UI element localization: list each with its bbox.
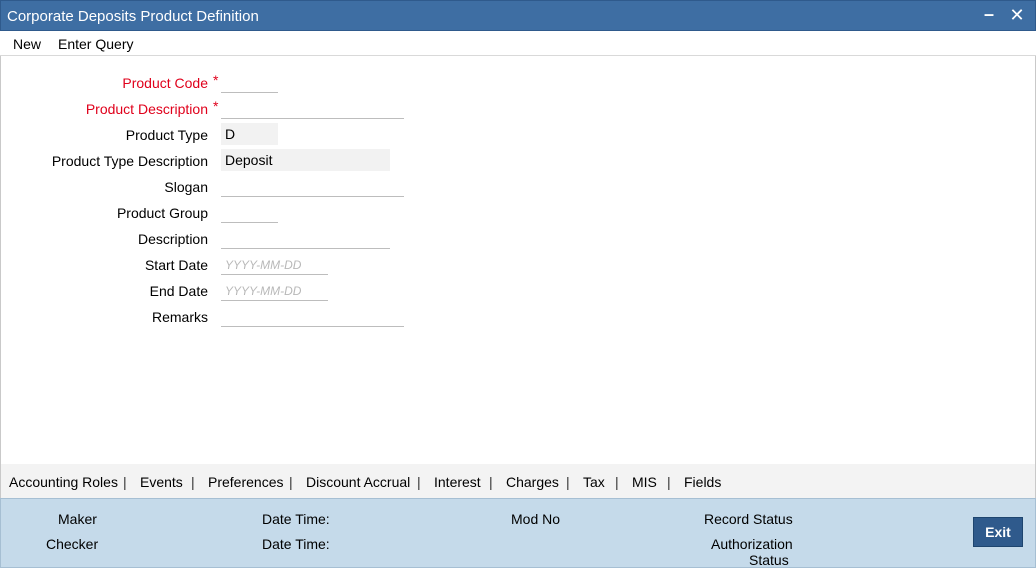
start-date-input[interactable]: YYYY-MM-DD [221, 253, 328, 275]
tab-discount-accrual[interactable]: Discount Accrual [306, 474, 410, 490]
tab-separator: | [489, 474, 493, 490]
start-date-label: Start Date [144, 257, 208, 273]
slogan-label: Slogan [164, 179, 208, 195]
product-type-description-field: Deposit [221, 149, 390, 171]
product-code-label: Product Code [122, 75, 208, 91]
enter-query-menu-item[interactable]: Enter Query [58, 36, 133, 52]
maker-label: Maker [58, 511, 97, 527]
window-title: Corporate Deposits Product Definition [7, 8, 259, 25]
mod-no-label: Mod No [511, 511, 561, 527]
product-type-field: D [221, 123, 278, 145]
product-form: Product Code * Product Description * Pro… [0, 56, 1036, 464]
product-description-label: Product Description [85, 101, 208, 117]
tab-interest[interactable]: Interest [434, 474, 481, 490]
tab-separator: | [289, 474, 293, 490]
tab-separator: | [123, 474, 127, 490]
required-marker: * [213, 98, 219, 114]
maker-date-time-label: Date Time: [262, 511, 330, 527]
tab-events[interactable]: Events [140, 474, 183, 490]
product-code-input[interactable] [221, 71, 278, 93]
exit-button[interactable]: Exit [973, 517, 1023, 547]
tab-fields[interactable]: Fields [684, 474, 721, 490]
slogan-input[interactable] [221, 175, 404, 197]
tab-separator: | [615, 474, 619, 490]
end-date-label: End Date [149, 283, 208, 299]
product-type-description-label: Product Type Description [51, 153, 208, 169]
tab-separator: | [566, 474, 570, 490]
remarks-label: Remarks [151, 309, 208, 325]
authorization-status-label: Authorization [711, 536, 793, 552]
tab-charges[interactable]: Charges [506, 474, 559, 490]
end-date-input[interactable]: YYYY-MM-DD [221, 279, 328, 301]
product-group-label: Product Group [116, 205, 208, 221]
product-type-label: Product Type [125, 127, 208, 143]
window-titlebar: Corporate Deposits Product Definition – … [0, 0, 1036, 31]
tab-preferences[interactable]: Preferences [208, 474, 283, 490]
subsystem-tab-bar: Accounting Roles | Events | Preferences … [0, 464, 1036, 498]
tab-mis[interactable]: MIS [632, 474, 657, 490]
minimize-icon[interactable]: – [979, 5, 999, 25]
tab-accounting-roles[interactable]: Accounting Roles [9, 474, 118, 490]
tab-separator: | [191, 474, 195, 490]
tab-separator: | [417, 474, 421, 490]
checker-date-time-label: Date Time: [262, 536, 330, 552]
new-menu-item[interactable]: New [13, 36, 41, 52]
checker-label: Checker [46, 536, 99, 552]
description-label: Description [137, 231, 208, 247]
audit-footer: Maker Checker Date Time: Date Time: Mod … [0, 498, 1036, 568]
remarks-input[interactable] [221, 305, 404, 327]
description-input[interactable] [221, 227, 390, 249]
authorization-status-label-line2: Status [749, 552, 789, 568]
required-marker: * [213, 72, 219, 88]
menu-bar: New Enter Query [0, 31, 1036, 56]
close-icon[interactable]: ✕ [1007, 5, 1027, 25]
product-group-input[interactable] [221, 201, 278, 223]
record-status-label: Record Status [704, 511, 793, 527]
tab-separator: | [667, 474, 671, 490]
tab-tax[interactable]: Tax [583, 474, 605, 490]
product-description-input[interactable] [221, 97, 404, 119]
